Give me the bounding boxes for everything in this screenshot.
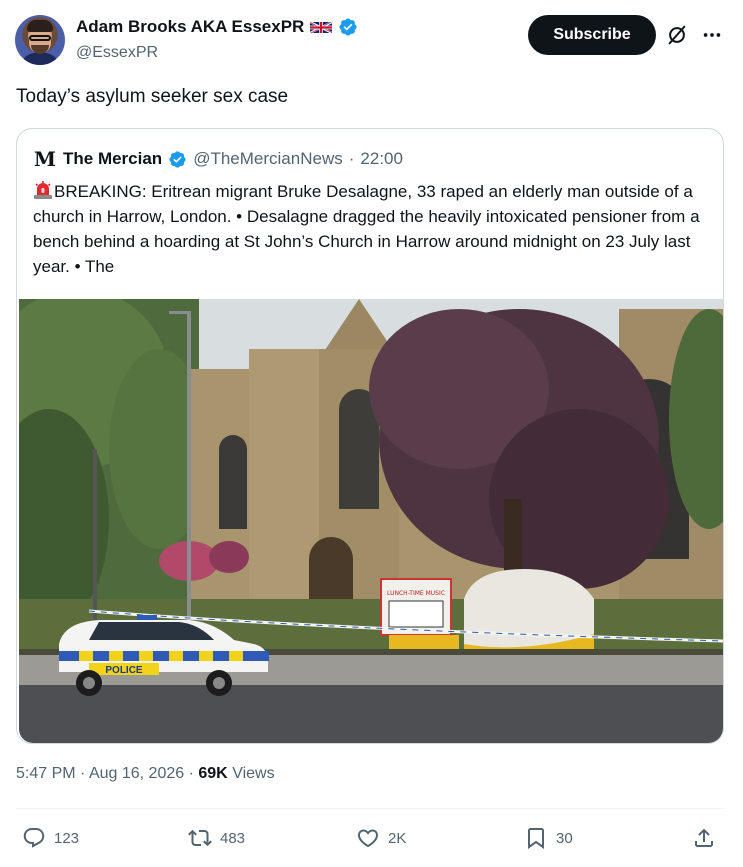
quoted-tweet-text-block: BREAKING: Eritrean migrant Bruke Desalag… bbox=[33, 179, 713, 279]
quoted-tweet-card[interactable]: M The Mercian @TheMercianNews · 22:00 BR… bbox=[16, 128, 724, 744]
repost-icon bbox=[188, 829, 212, 847]
like-button[interactable]: 2K bbox=[356, 826, 406, 850]
quoted-tweet-time[interactable]: 22:00 bbox=[360, 149, 403, 169]
repost-button[interactable]: 483 bbox=[188, 826, 245, 850]
heart-icon bbox=[357, 829, 379, 848]
author-display-name[interactable]: Adam Brooks AKA EssexPR bbox=[76, 17, 304, 37]
author-handle[interactable]: @EssexPR bbox=[76, 44, 158, 62]
verified-badge-icon bbox=[339, 18, 357, 36]
divider bbox=[16, 808, 724, 809]
tweet-time[interactable]: 5:47 PM bbox=[16, 765, 76, 782]
police-car-label: POLICE bbox=[105, 665, 143, 676]
church-scene-image: LUNCH-TIME MUSIC POLICE bbox=[19, 299, 723, 743]
reply-count: 123 bbox=[54, 829, 80, 847]
tweet-text: Today’s asylum seeker sex case bbox=[16, 86, 289, 107]
views-label: Views bbox=[232, 765, 275, 782]
separator-dot: · bbox=[80, 765, 86, 782]
tweet-date[interactable]: Aug 16, 2026 bbox=[89, 765, 184, 782]
author-name-row[interactable]: Adam Brooks AKA EssexPR bbox=[76, 17, 358, 37]
share-button[interactable] bbox=[692, 826, 716, 850]
quoted-tweet-text: BREAKING: Eritrean migrant Bruke Desalag… bbox=[33, 182, 700, 276]
repost-count: 483 bbox=[220, 829, 246, 847]
like-count: 2K bbox=[388, 829, 407, 847]
separator-dot: · bbox=[188, 765, 194, 782]
quoted-account-name[interactable]: The Mercian bbox=[63, 149, 162, 169]
verified-badge-icon bbox=[169, 150, 186, 168]
reply-icon bbox=[23, 828, 45, 848]
quoted-account-handle[interactable]: @TheMercianNews bbox=[193, 149, 343, 169]
bookmark-button[interactable]: 30 bbox=[524, 826, 573, 850]
more-icon[interactable] bbox=[700, 24, 724, 46]
reply-button[interactable]: 123 bbox=[22, 826, 79, 850]
subscribe-button[interactable]: Subscribe bbox=[528, 15, 656, 55]
grok-icon[interactable] bbox=[666, 24, 688, 46]
quoted-account-logo[interactable]: M bbox=[33, 147, 57, 171]
tweet-meta: 5:47 PM · Aug 16, 2026 · 69K Views bbox=[16, 765, 275, 783]
sign-label: LUNCH-TIME MUSIC bbox=[387, 590, 445, 597]
views-count: 69K bbox=[198, 765, 228, 782]
quoted-tweet-header: M The Mercian @TheMercianNews · 22:00 bbox=[33, 147, 403, 171]
bookmark-icon bbox=[528, 828, 544, 849]
author-avatar[interactable] bbox=[15, 15, 65, 65]
share-icon bbox=[695, 828, 713, 847]
uk-flag-icon bbox=[310, 20, 333, 34]
bookmark-count: 30 bbox=[556, 829, 573, 847]
quoted-tweet-image[interactable]: LUNCH-TIME MUSIC POLICE bbox=[19, 299, 723, 743]
siren-icon bbox=[34, 181, 52, 199]
separator-dot: · bbox=[348, 149, 355, 168]
